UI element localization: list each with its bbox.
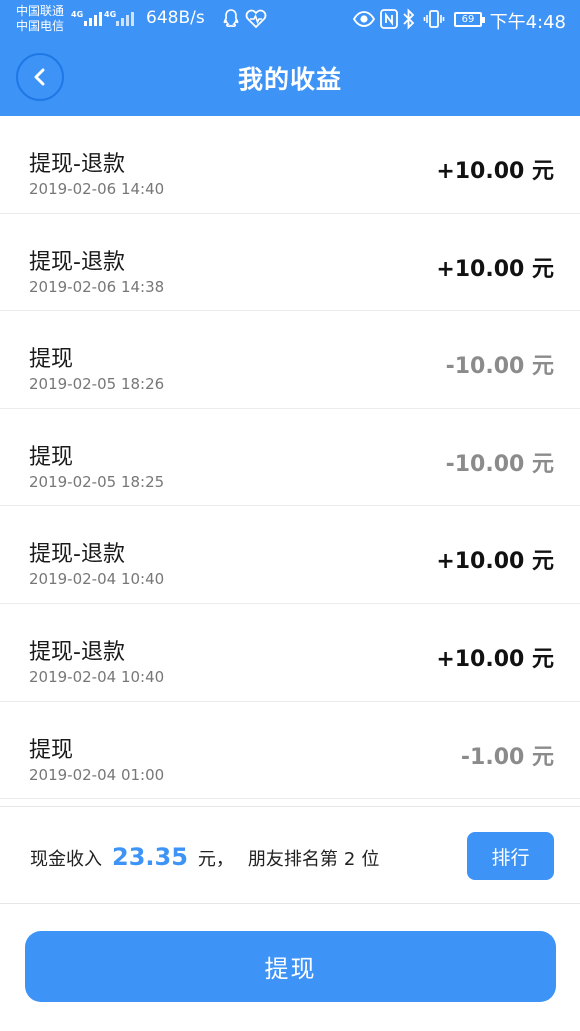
ranking-button[interactable]: 排行 [467, 832, 554, 880]
transaction-time: 2019-02-06 14:40 [29, 180, 165, 198]
transaction-title: 提现-退款 [29, 542, 125, 568]
transaction-time: 2019-02-06 14:38 [29, 277, 165, 296]
transaction-row[interactable]: 提现-退款 2019-02-04 10:40 +10.00 元 [0, 603, 580, 702]
transaction-title: 提现 [29, 347, 74, 373]
income-summary: 现金收入 23.35 元， 朋友排名第 2 位 排行 [0, 806, 580, 904]
transaction-list: 提现-退款 2019-02-06 14:40 +10.00 元 提现-退款 20… [0, 116, 580, 800]
transaction-title: 提现 [29, 444, 74, 470]
rank-prefix: 朋友排名第 [247, 849, 338, 870]
status-time: 下午4:48 [489, 12, 566, 33]
transaction-amount: -10.00 元 [445, 451, 554, 477]
transaction-title: 提现-退款 [29, 639, 125, 665]
battery-icon: 69 [454, 12, 485, 27]
transaction-time: 2019-02-04 10:40 [29, 570, 165, 589]
transaction-amount: -10.00 元 [445, 354, 554, 380]
transaction-time: 2019-02-05 18:26 [29, 375, 165, 394]
qq-icon [223, 9, 239, 27]
cash-income-unit: 元， [197, 849, 234, 870]
friend-rank: 2 [343, 849, 356, 870]
transaction-amount: -1.00 元 [460, 744, 554, 770]
status-bar: 中国联通 中国电信 4G 4G 648B/s 69 下午4:48 [0, 0, 580, 40]
heart-rate-icon [245, 9, 267, 29]
network-type-2: 4G [104, 10, 117, 19]
income-screen: 中国联通 中国电信 4G 4G 648B/s 69 下午4:48 我的收益 提现… [0, 0, 580, 1031]
transaction-title: 提现-退款 [29, 249, 125, 275]
transaction-amount: +10.00 元 [436, 646, 554, 672]
transaction-time: 2019-02-04 10:40 [29, 667, 165, 686]
transaction-row[interactable]: 提现 2019-02-05 18:26 -10.00 元 [0, 311, 580, 409]
transaction-time: 2019-02-05 18:25 [29, 472, 165, 491]
carrier-1: 中国联通 [16, 4, 65, 18]
vibrate-icon [423, 10, 445, 28]
summary-text: 现金收入 23.35 元， 朋友排名第 2 位 [30, 843, 379, 871]
carrier-labels: 中国联通 中国电信 [16, 4, 64, 34]
transaction-row[interactable]: 提现-退款 2019-02-04 10:40 +10.00 元 [0, 506, 580, 604]
network-speed: 648B/s [146, 8, 205, 28]
transaction-amount: +10.00 元 [436, 256, 554, 282]
transaction-title: 提现 [29, 737, 74, 763]
transaction-title: 提现-退款 [29, 152, 125, 177]
carrier-2: 中国电信 [16, 19, 65, 33]
transaction-row[interactable]: 提现-退款 2019-02-06 14:38 +10.00 元 [0, 213, 580, 312]
network-type-1: 4G [71, 10, 84, 19]
cash-income-amount: 23.35 [112, 843, 188, 871]
transaction-amount: +10.00 元 [436, 549, 554, 575]
eye-icon [353, 11, 375, 27]
withdraw-button[interactable]: 提现 [25, 931, 556, 1002]
rank-suffix: 位 [361, 849, 380, 870]
signal-icon [84, 10, 102, 26]
cash-income-label: 现金收入 [30, 849, 102, 870]
transaction-time: 2019-02-04 01:00 [29, 765, 165, 784]
nfc-icon [380, 9, 398, 29]
page-header: 我的收益 [0, 40, 580, 116]
bluetooth-icon [403, 8, 415, 30]
transaction-row[interactable]: 提现 2019-02-05 18:25 -10.00 元 [0, 408, 580, 507]
signal-icon [116, 10, 134, 26]
transaction-amount: +10.00 元 [436, 159, 554, 184]
transaction-row[interactable]: 提现-退款 2019-02-06 14:40 +10.00 元 [0, 116, 580, 214]
page-title: 我的收益 [237, 65, 342, 94]
transaction-row[interactable]: 提现 2019-02-04 01:00 -1.00 元 [0, 701, 580, 800]
